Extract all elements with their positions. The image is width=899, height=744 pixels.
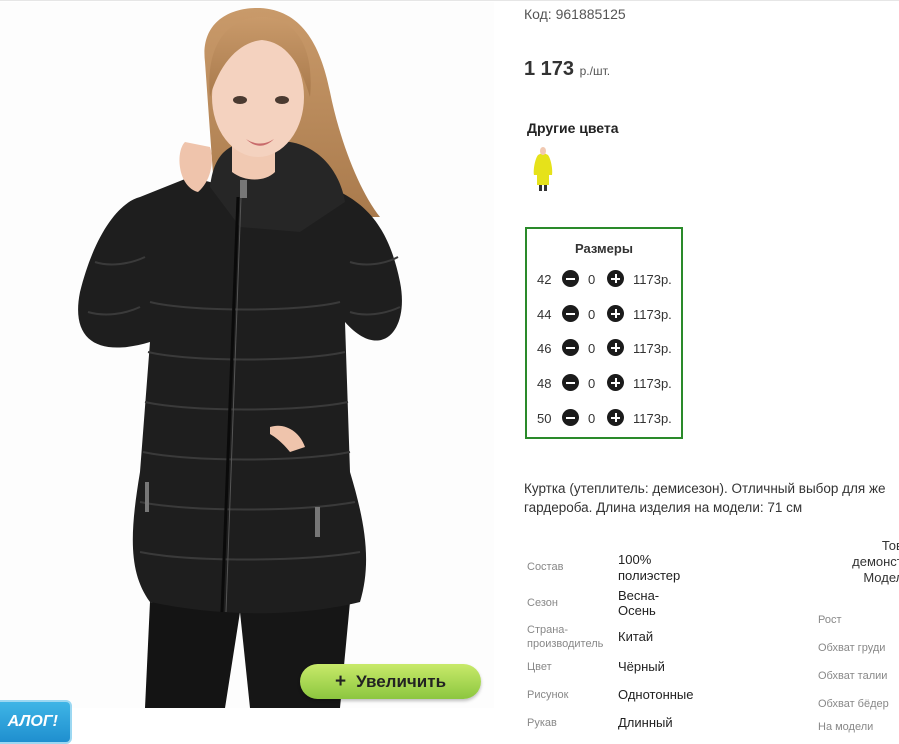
minus-icon[interactable]: [562, 339, 579, 356]
sizes-title: Размеры: [575, 241, 633, 256]
price-unit: р./шт.: [579, 64, 611, 78]
size-row: 42 0 1173р.: [527, 270, 683, 290]
size-price: 1173р.: [633, 272, 672, 287]
color-value: Чёрный: [618, 659, 665, 674]
plus-icon[interactable]: [607, 270, 624, 287]
plus-icon[interactable]: [607, 339, 624, 356]
sizes-panel: Размеры 42 0 1173р. 44 0 1173р. 46 0 117…: [525, 227, 683, 439]
model-header-line: демонстр: [852, 554, 899, 569]
size-price: 1173р.: [633, 411, 672, 426]
catalog-badge-label: АЛОГ!: [7, 713, 58, 730]
color-swatch-yellow[interactable]: [531, 145, 555, 191]
size-price: 1173р.: [633, 376, 672, 391]
other-colors-title: Другие цвета: [527, 120, 619, 136]
composition-value: 100%: [618, 552, 652, 567]
size-price: 1173р.: [633, 307, 672, 322]
price-value: 1 173: [524, 58, 575, 80]
model-chest-label: Обхват груди: [818, 642, 886, 654]
plus-icon[interactable]: [607, 305, 624, 322]
size-quantity: 0: [588, 376, 596, 391]
minus-icon[interactable]: [562, 305, 579, 322]
size-number: 46: [537, 341, 552, 356]
pattern-value: Однотонные: [618, 687, 694, 702]
model-header-line: Модель: [863, 570, 899, 585]
sleeve-label: Рукав: [527, 717, 557, 729]
description-line: гардероба. Длина изделия на модели: 71 с…: [524, 500, 803, 515]
size-quantity: 0: [588, 272, 596, 287]
product-photo[interactable]: + Увеличить: [0, 2, 494, 708]
size-quantity: 0: [588, 341, 596, 356]
plus-icon[interactable]: [607, 409, 624, 426]
description-line: Куртка (утеплитель: демисезон). Отличный…: [524, 481, 886, 496]
composition-label: Состав: [527, 561, 564, 573]
product-price: 1 173 р./шт.: [524, 58, 610, 81]
plus-icon[interactable]: [607, 374, 624, 391]
size-row: 46 0 1173р.: [527, 339, 683, 359]
plus-icon: +: [334, 670, 347, 692]
size-number: 42: [537, 272, 552, 287]
model-waist-label: Обхват талии: [818, 670, 888, 682]
color-label: Цвет: [527, 661, 552, 673]
country-value: Китай: [618, 629, 654, 644]
size-row: 50 0 1173р.: [527, 409, 683, 429]
zoom-button-label: Увеличить: [356, 671, 447, 691]
country-label: производитель: [527, 638, 604, 650]
size-number: 50: [537, 411, 552, 426]
model-height-label: Рост: [818, 614, 842, 626]
model-header-line: Това: [881, 538, 899, 553]
size-number: 48: [537, 376, 552, 391]
pattern-label: Рисунок: [527, 689, 569, 701]
model-hips-label: Обхват бёдер: [818, 698, 889, 710]
minus-icon[interactable]: [562, 409, 579, 426]
size-quantity: 0: [588, 411, 596, 426]
season-value: Осень: [618, 603, 656, 618]
size-quantity: 0: [588, 307, 596, 322]
minus-icon[interactable]: [562, 374, 579, 391]
catalog-badge[interactable]: АЛОГ!: [0, 700, 72, 744]
product-description: Куртка (утеплитель: демисезон). Отличный…: [524, 479, 899, 517]
size-price: 1173р.: [633, 341, 672, 356]
size-number: 44: [537, 307, 552, 322]
season-label: Сезон: [527, 597, 558, 609]
on-model-label: На модели: [818, 721, 874, 733]
size-row: 44 0 1173р.: [527, 305, 683, 325]
country-label: Страна-: [527, 624, 569, 636]
size-row: 48 0 1173р.: [527, 374, 683, 394]
composition-value: полиэстер: [618, 568, 681, 583]
product-photo-illustration: [78, 7, 402, 708]
sleeve-value: Длинный: [618, 715, 673, 730]
top-divider: [0, 0, 899, 1]
zoom-button[interactable]: + Увеличить: [300, 664, 481, 699]
minus-icon[interactable]: [562, 270, 579, 287]
season-value: Весна-: [618, 588, 660, 603]
model-parameters-header: Това демонстр Модель: [830, 538, 899, 586]
product-code: Код: 961885125: [524, 6, 626, 22]
